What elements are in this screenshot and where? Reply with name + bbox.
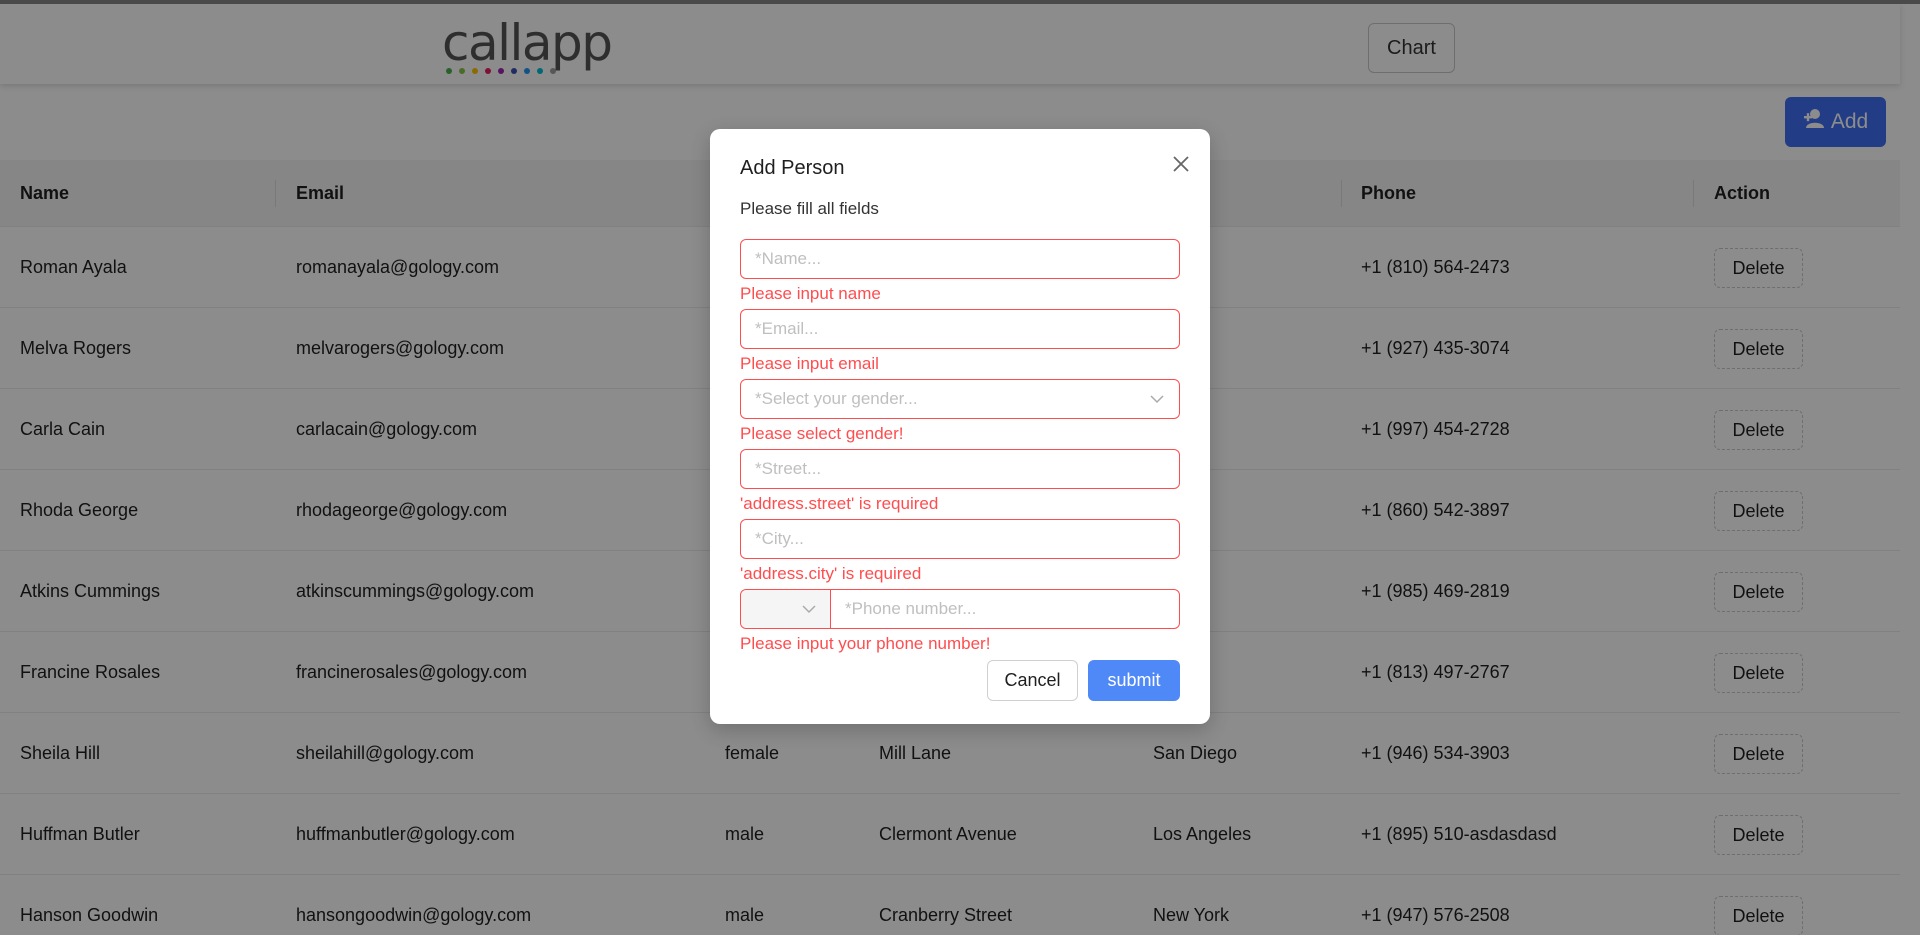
add-person-modal: Add Person Please fill all fields Please… (710, 129, 1210, 724)
window-top-border (0, 0, 1920, 4)
phone-input[interactable] (831, 590, 1179, 628)
gender-select[interactable]: *Select your gender... (740, 379, 1180, 419)
email-input[interactable] (741, 310, 1179, 348)
modal-title: Add Person (740, 157, 845, 179)
city-input[interactable] (741, 520, 1179, 558)
name-input[interactable] (741, 240, 1179, 278)
city-error: 'address.city' is required (740, 564, 922, 583)
cancel-button[interactable]: Cancel (987, 660, 1078, 701)
chevron-down-icon (802, 605, 816, 614)
street-input[interactable] (741, 450, 1179, 488)
close-icon[interactable] (1166, 151, 1196, 181)
modal-subtitle: Please fill all fields (740, 199, 879, 218)
street-field[interactable] (740, 449, 1180, 489)
email-field[interactable] (740, 309, 1180, 349)
phone-error: Please input your phone number! (740, 634, 991, 653)
country-code-select[interactable] (741, 590, 831, 628)
city-field[interactable] (740, 519, 1180, 559)
email-error: Please input email (740, 354, 879, 373)
name-field[interactable] (740, 239, 1180, 279)
chevron-down-icon (1150, 395, 1164, 404)
name-error: Please input name (740, 284, 881, 303)
street-error: 'address.street' is required (740, 494, 939, 513)
gender-error: Please select gender! (740, 424, 904, 443)
gender-select-placeholder: *Select your gender... (755, 389, 918, 408)
phone-field[interactable] (740, 589, 1180, 629)
submit-button[interactable]: submit (1088, 660, 1180, 701)
